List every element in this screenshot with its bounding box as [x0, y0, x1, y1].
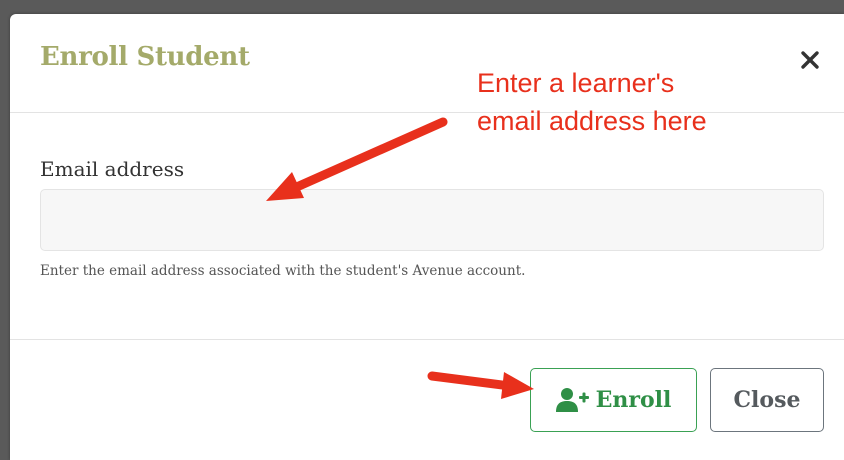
- enroll-button-label: Enroll: [595, 387, 672, 413]
- close-button[interactable]: Close: [710, 368, 824, 432]
- modal-body: Email address Enter the email address as…: [10, 113, 844, 340]
- email-input[interactable]: [40, 189, 824, 251]
- annotation-line-1: Enter a learner's: [477, 68, 675, 98]
- user-plus-icon: [555, 387, 590, 413]
- modal-footer: Enroll Close: [10, 340, 844, 460]
- modal-close-button[interactable]: [796, 46, 824, 74]
- enroll-button[interactable]: Enroll: [530, 368, 697, 432]
- annotation-callout: Enter a learner's email address here: [477, 64, 707, 140]
- close-x-icon: [801, 51, 819, 69]
- modal-header: Enroll Student: [10, 14, 844, 113]
- email-label: Email address: [40, 157, 185, 181]
- annotation-line-2: email address here: [477, 106, 707, 136]
- modal-title: Enroll Student: [40, 42, 250, 72]
- email-help-text: Enter the email address associated with …: [40, 263, 526, 279]
- enroll-student-modal: Enroll Student Email address Enter the e…: [10, 14, 844, 460]
